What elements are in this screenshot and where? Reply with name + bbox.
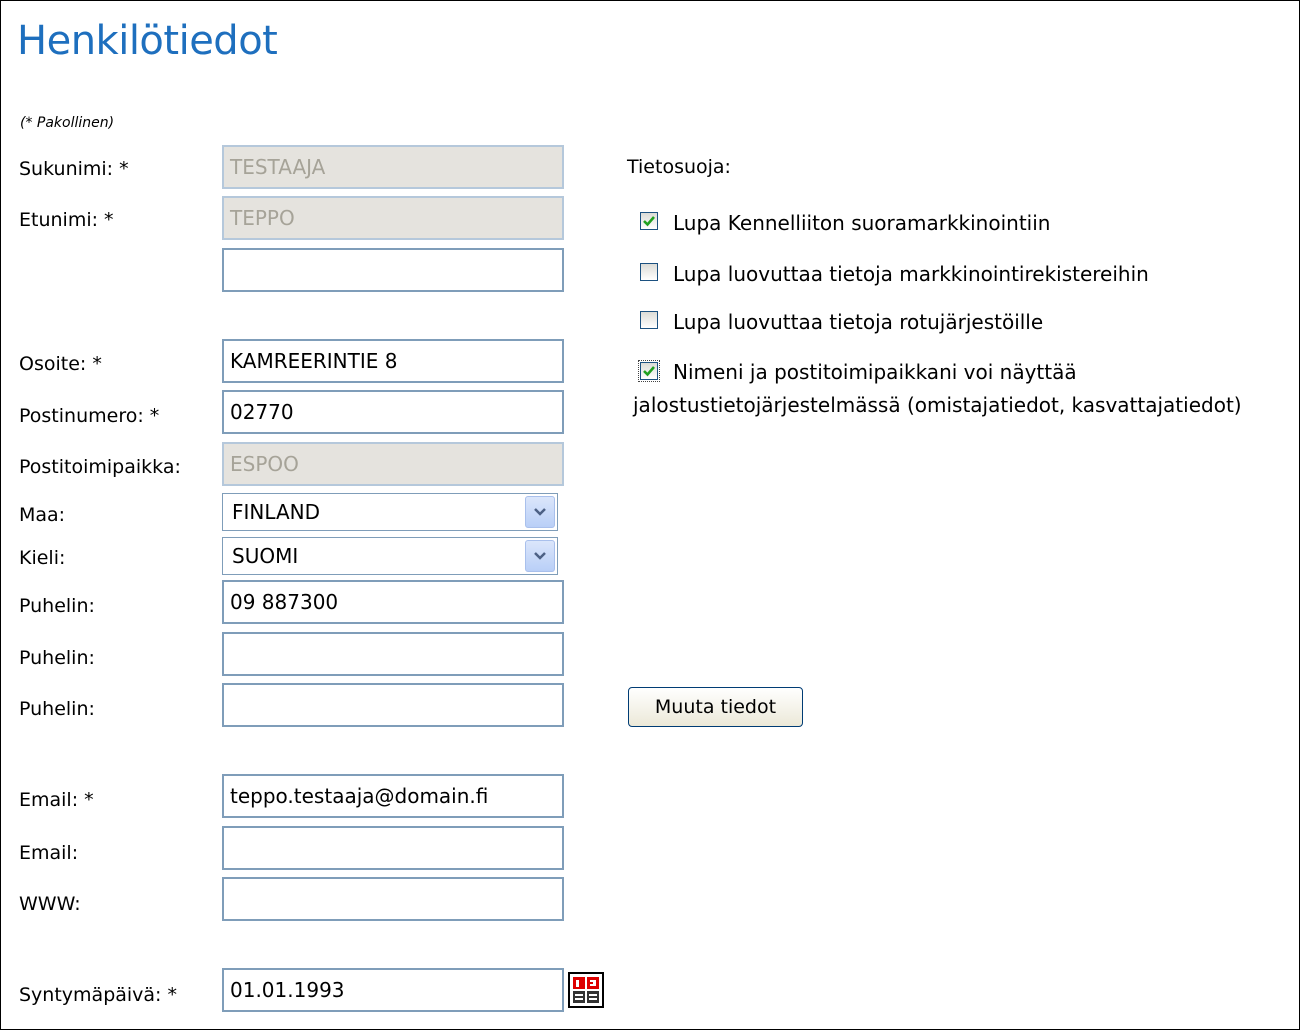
postinumero-label: Postinumero: * bbox=[19, 405, 160, 427]
puhelin-label-2: Puhelin: bbox=[19, 647, 95, 669]
email-label-2: Email: bbox=[19, 842, 79, 864]
checkmark-icon bbox=[643, 366, 655, 377]
chevron-down-icon[interactable] bbox=[525, 540, 555, 572]
email-field-2[interactable] bbox=[222, 826, 564, 870]
page-frame bbox=[0, 0, 1300, 1030]
privacy-option-1: Lupa Kennelliiton suoramarkkinointiin bbox=[673, 211, 1051, 235]
maa-label: Maa: bbox=[19, 504, 66, 526]
privacy-option-3: Lupa luovuttaa tietoja rotujärjestöille bbox=[673, 310, 1044, 334]
required-note: (* Pakollinen) bbox=[20, 115, 115, 131]
puhelin-field-3[interactable] bbox=[222, 683, 564, 727]
syntymapaiva-field[interactable]: 01.01.1993 bbox=[222, 968, 564, 1012]
kieli-select-value: SUOMI bbox=[232, 544, 299, 568]
www-label: WWW: bbox=[19, 893, 81, 915]
syntymapaiva-label: Syntymäpäivä: * bbox=[19, 984, 178, 1006]
www-field[interactable] bbox=[222, 877, 564, 921]
page-title: Henkilötiedot bbox=[17, 18, 278, 64]
puhelin-label-3: Puhelin: bbox=[19, 698, 95, 720]
maa-select[interactable]: FINLAND bbox=[222, 493, 558, 531]
privacy-option-2: Lupa luovuttaa tietoja markkinointirekis… bbox=[673, 262, 1149, 286]
osoite-field[interactable]: KAMREERINTIE 8 bbox=[222, 339, 564, 383]
checkmark-icon bbox=[643, 216, 655, 227]
privacy-checkbox-2[interactable] bbox=[640, 263, 658, 281]
email-label-1: Email: * bbox=[19, 789, 94, 811]
puhelin-field-1[interactable]: 09 887300 bbox=[222, 580, 564, 624]
sukunimi-field[interactable]: TESTAAJA bbox=[222, 145, 564, 189]
etunimi-field[interactable]: TEPPO bbox=[222, 196, 564, 240]
kieli-select[interactable]: SUOMI bbox=[222, 537, 558, 575]
osoite-label: Osoite: * bbox=[19, 353, 102, 375]
puhelin-label-1: Puhelin: bbox=[19, 595, 95, 617]
sukunimi-label: Sukunimi: * bbox=[19, 158, 129, 180]
privacy-checkbox-4[interactable] bbox=[638, 360, 660, 382]
postinumero-field[interactable]: 02770 bbox=[222, 390, 564, 434]
email-field-1[interactable]: teppo.testaaja@domain.fi bbox=[222, 774, 564, 818]
postitoimipaikka-label: Postitoimipaikka: bbox=[19, 456, 181, 478]
etunimi-label: Etunimi: * bbox=[19, 209, 114, 231]
puhelin-field-2[interactable] bbox=[222, 632, 564, 676]
privacy-checkbox-1[interactable] bbox=[640, 212, 658, 230]
privacy-option-4-continued: jalostustietojärjestelmässä (omistajatie… bbox=[633, 393, 1242, 417]
kieli-label: Kieli: bbox=[19, 547, 66, 569]
save-button[interactable]: Muuta tiedot bbox=[628, 687, 803, 727]
privacy-checkbox-3[interactable] bbox=[640, 311, 658, 329]
calendar-icon[interactable] bbox=[568, 972, 604, 1008]
extra-name-field[interactable] bbox=[222, 248, 564, 292]
postitoimipaikka-field[interactable]: ESPOO bbox=[222, 442, 564, 486]
maa-select-value: FINLAND bbox=[232, 500, 321, 524]
privacy-option-4: Nimeni ja postitoimipaikkani voi näyttää bbox=[673, 360, 1077, 384]
chevron-down-icon[interactable] bbox=[525, 496, 555, 528]
privacy-heading: Tietosuoja: bbox=[627, 156, 731, 178]
